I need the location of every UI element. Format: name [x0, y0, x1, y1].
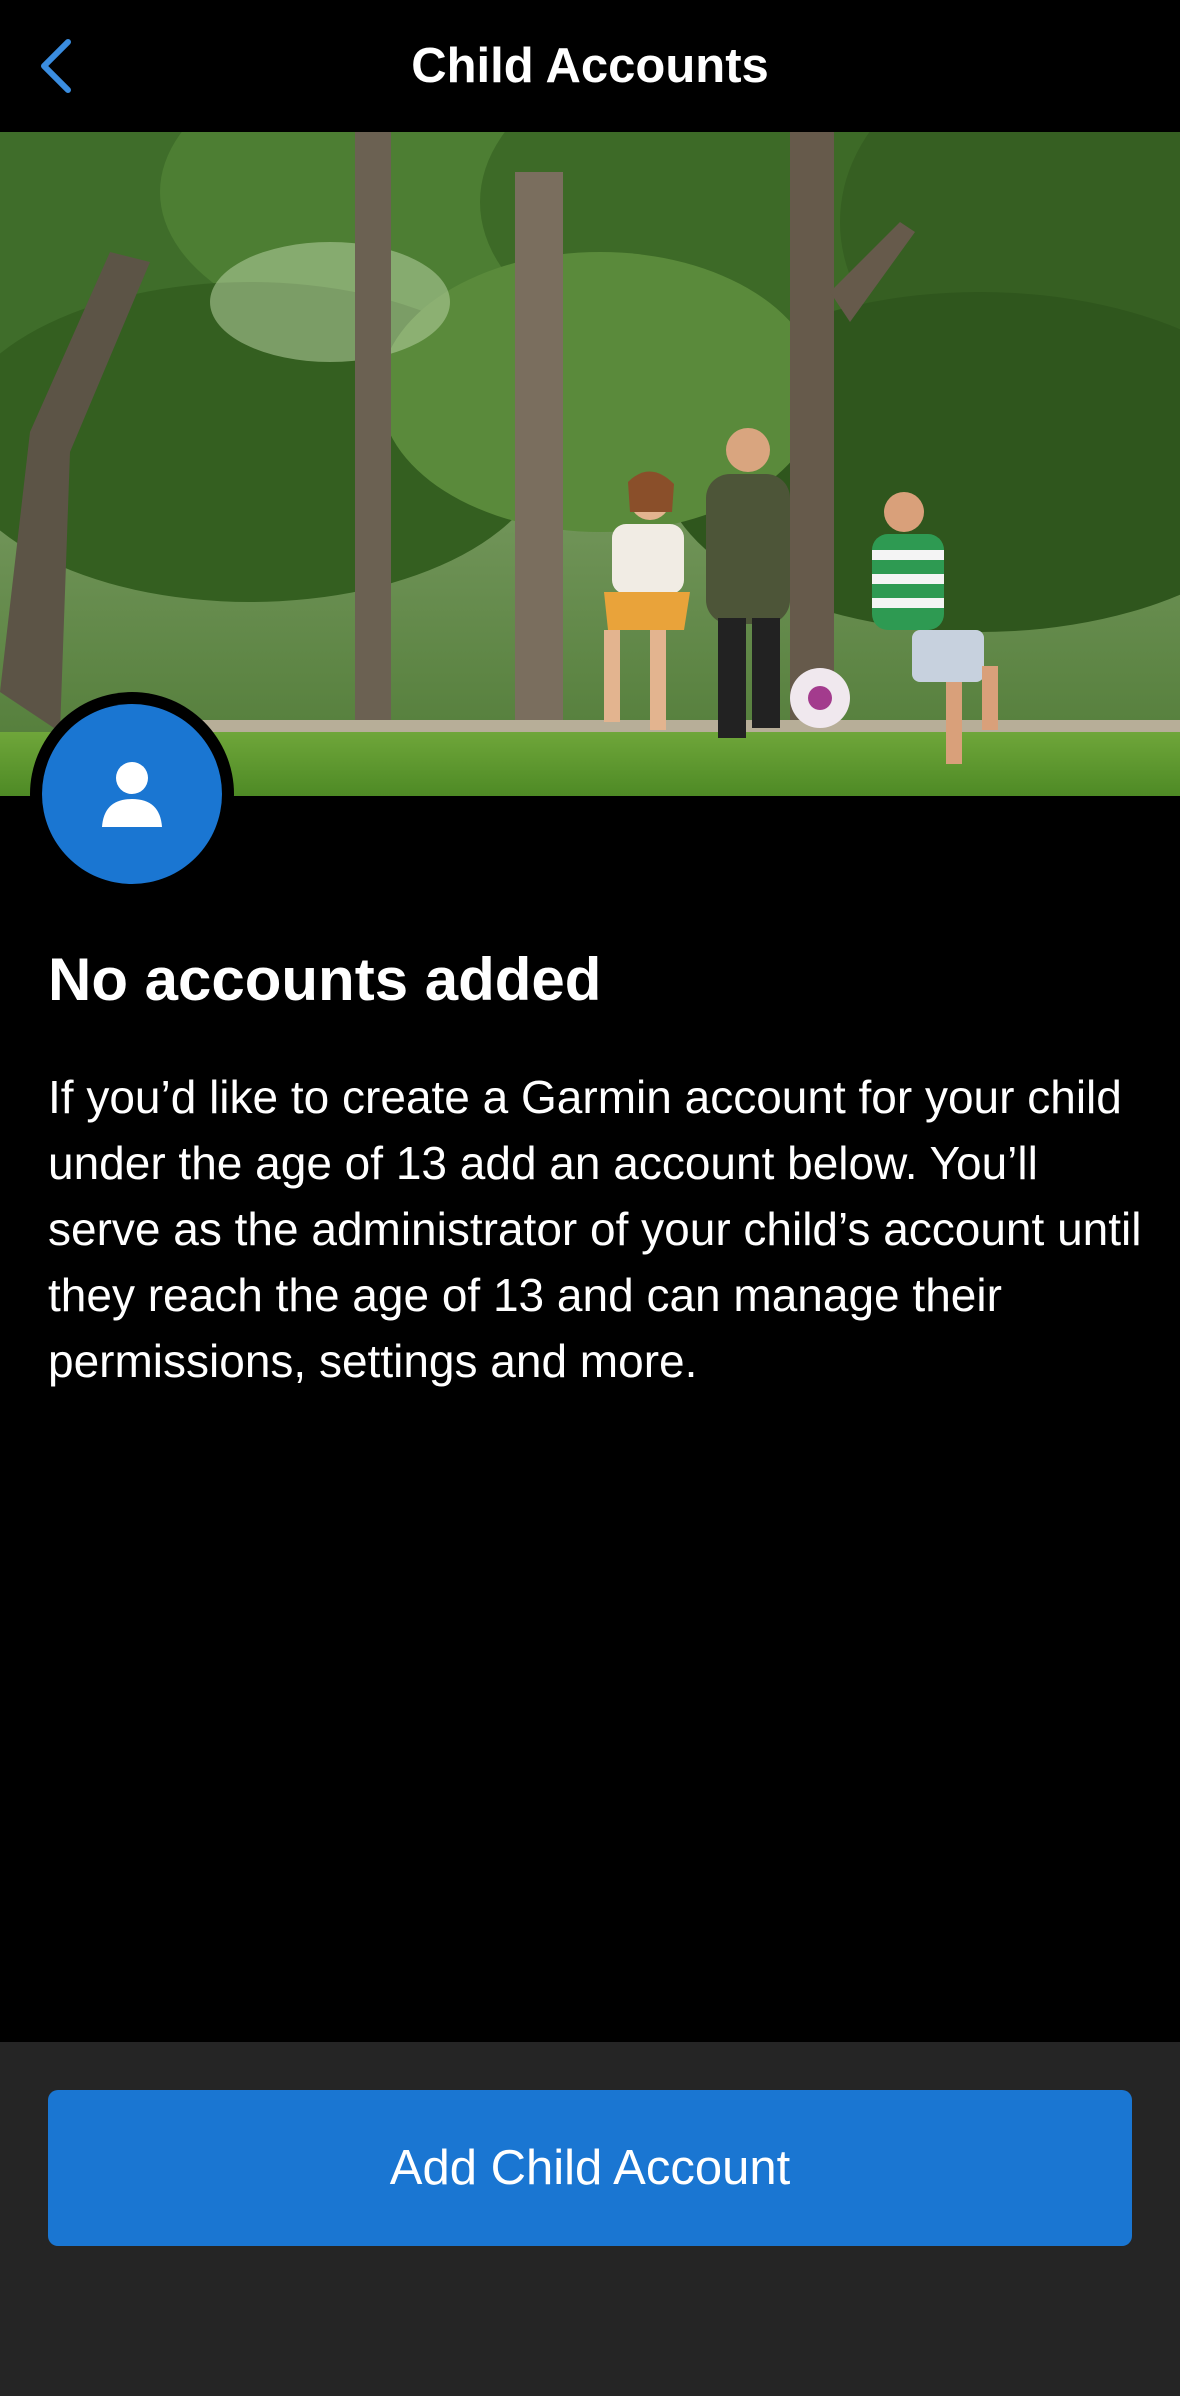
- avatar: [42, 704, 222, 884]
- footer-bar: Add Child Account: [0, 2042, 1180, 2396]
- navigation-bar: Child Accounts: [0, 0, 1180, 132]
- empty-state-title: No accounts added: [48, 946, 602, 1013]
- page-title: Child Accounts: [411, 39, 769, 93]
- empty-state-description: If you’d like to create a Garmin account…: [48, 1071, 1142, 1387]
- person-icon: [102, 762, 162, 827]
- add-child-account-button[interactable]: Add Child Account: [48, 2090, 1132, 2246]
- hero-image: [0, 132, 1180, 796]
